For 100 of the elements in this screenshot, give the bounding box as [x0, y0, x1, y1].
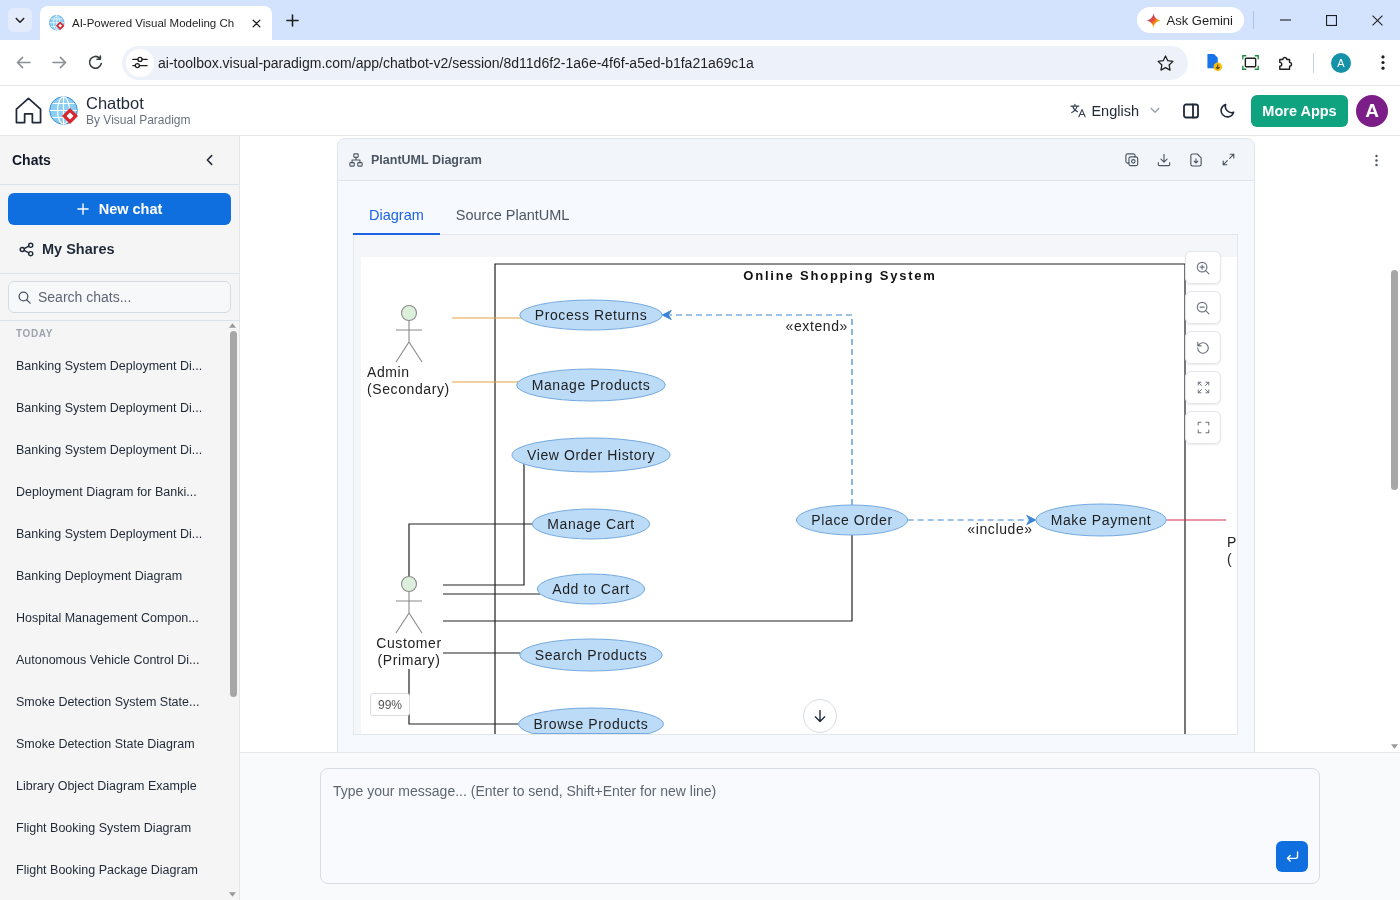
fit-view-button[interactable]	[1185, 371, 1221, 404]
house-icon	[14, 97, 42, 124]
four-arrows-icon	[1196, 381, 1210, 394]
puzzle-icon	[1278, 54, 1294, 71]
chat-list-item[interactable]: Smoke Detection System State...	[0, 681, 224, 723]
globe-logo-icon	[49, 15, 65, 31]
star-icon	[1156, 54, 1174, 71]
chat-list-item[interactable]: Library Object Diagram Example	[0, 765, 224, 807]
chat-list-item[interactable]: Banking System Deployment Di...	[0, 387, 224, 429]
profile-avatar[interactable]: A	[1331, 52, 1351, 73]
chat-list-item[interactable]: Banking System Deployment Di...	[0, 429, 224, 471]
fullscreen-icon	[1196, 421, 1210, 434]
close-icon	[251, 18, 261, 28]
download-icon	[1157, 152, 1171, 167]
use-case: Place Order	[795, 504, 909, 536]
chat-list-item[interactable]: Banking System Deployment Di...	[0, 513, 224, 555]
tab-list-button[interactable]	[8, 8, 32, 32]
scrollbar-thumb[interactable]	[230, 331, 237, 697]
chat-list-item[interactable]: Deployment Diagram for Banki...	[0, 471, 224, 513]
share-icon	[19, 241, 34, 257]
search-icon	[18, 290, 31, 304]
chat-list-item[interactable]: Banking System Deployment Di...	[0, 345, 224, 387]
minimize-icon	[1279, 19, 1291, 21]
kebab-icon	[1381, 55, 1385, 70]
association-line	[1165, 519, 1227, 521]
stick-figure-icon	[395, 304, 423, 363]
my-shares-link[interactable]: My Shares	[8, 229, 231, 269]
use-case: Add to Cart	[536, 573, 646, 605]
chevron-down-icon	[15, 16, 25, 24]
section-label: TODAY	[15, 327, 54, 341]
arrow-down-icon	[814, 709, 826, 723]
site-info-button[interactable]	[126, 48, 154, 77]
moon-icon	[1219, 103, 1235, 118]
user-avatar[interactable]: A	[1356, 94, 1388, 127]
language-select[interactable]: English	[1070, 96, 1160, 125]
expand-icon	[1221, 153, 1235, 166]
panel-title: PlantUML Diagram	[371, 152, 482, 167]
zoom-out-icon	[1196, 300, 1210, 315]
send-button[interactable]	[1276, 841, 1308, 872]
chat-list-item[interactable]: Flight Booking Package Diagram	[0, 849, 224, 891]
use-case: Process Returns	[519, 299, 663, 331]
sliders-icon	[132, 56, 148, 69]
reload-icon	[87, 55, 103, 70]
return-arrow-icon	[1285, 851, 1299, 862]
home-button[interactable]	[14, 96, 42, 125]
chevron-left-icon	[205, 154, 213, 166]
ask-gemini-button[interactable]: Ask Gemini	[1136, 7, 1244, 33]
triangle-down-icon	[229, 892, 236, 897]
use-case: Make Payment	[1035, 503, 1167, 537]
association-line	[451, 317, 522, 319]
chevron-down-icon	[1150, 107, 1160, 114]
rotate-left-icon	[1196, 340, 1210, 355]
chat-list-item[interactable]: Smoke Detection State Diagram	[0, 723, 224, 765]
url-text: ai-toolbox.visual-paradigm.com/app/chatbot-v2/session/8d11d6f2-1a6e-4f6f-a5ed-b1fa21a69c1a	[158, 54, 754, 71]
arrow-left-icon	[15, 56, 31, 69]
screen-frame-icon	[1241, 55, 1259, 70]
hierarchy-icon	[349, 152, 363, 167]
use-case: Search Products	[519, 638, 663, 672]
search-field[interactable]: Search chats...	[8, 281, 231, 313]
association-line	[451, 381, 519, 383]
translate-icon	[1070, 103, 1087, 118]
use-case: Manage Products	[516, 368, 666, 402]
chat-list-item[interactable]: Hospital Management Compon...	[0, 597, 224, 639]
globe-logo-icon	[49, 95, 79, 126]
actor-label: Admin (Secondary)	[367, 364, 450, 397]
app-title: Chatbot	[86, 93, 145, 113]
use-case: Browse Products	[518, 707, 664, 734]
use-case: Manage Cart	[531, 508, 651, 540]
kebab-icon	[1374, 153, 1378, 167]
stick-figure-icon	[395, 575, 423, 634]
plus-icon	[285, 13, 299, 27]
sparkle-icon	[1145, 12, 1161, 28]
use-case: View Order History	[511, 437, 671, 473]
plus-icon	[76, 203, 89, 215]
document-arrow-icon	[1206, 54, 1222, 71]
view-tab[interactable]: Source PlantUML	[439, 196, 586, 235]
zoom-in-button[interactable]	[1185, 251, 1221, 284]
triangle-up-icon	[229, 323, 236, 328]
sidebar-panel-icon	[1183, 102, 1199, 119]
actor-label: Customer (Primary)	[376, 635, 442, 668]
browser-tab[interactable]: AI-Powered Visual Modeling Ch	[40, 6, 272, 40]
address-bar[interactable]: ai-toolbox.visual-paradigm.com/app/chatbot-v2/session/8d11d6f2-1a6e-4f6f-a5ed-b1fa21a69c1a	[122, 45, 1188, 80]
message-input[interactable]: Type your message... (Enter to send, Shift+Enter for new line)	[320, 768, 1320, 884]
chat-list-item[interactable]: Flight Booking System Diagram	[0, 807, 224, 849]
app-subtitle: By Visual Paradigm	[86, 112, 191, 128]
chat-list-item[interactable]: Banking Deployment Diagram	[0, 555, 224, 597]
scrollbar-thumb[interactable]	[1391, 270, 1398, 490]
stereotype-label: «include»	[967, 521, 1033, 537]
close-icon	[1371, 14, 1383, 26]
arrow-right-icon	[51, 56, 67, 69]
actor-label: P (	[1227, 534, 1237, 567]
zoom-in-icon	[1196, 260, 1210, 275]
reset-view-button[interactable]	[1185, 331, 1221, 364]
square-icon	[1325, 14, 1337, 26]
new-chat-button[interactable]: New chat	[8, 193, 231, 225]
copy-icon	[1125, 152, 1139, 167]
fullscreen-button[interactable]	[1185, 411, 1221, 444]
zoom-out-button[interactable]	[1185, 291, 1221, 324]
system-title: Online Shopping System	[743, 268, 937, 283]
chat-list-item[interactable]: Autonomous Vehicle Control Di...	[0, 639, 224, 681]
